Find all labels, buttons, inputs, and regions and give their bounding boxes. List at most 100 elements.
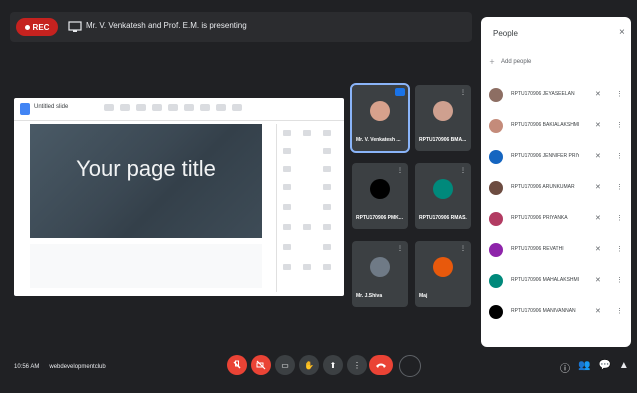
leave-call-button[interactable]	[369, 355, 393, 375]
record-dot-icon	[24, 24, 30, 30]
more-icon[interactable]: ⋮	[616, 245, 623, 253]
pin-badge-icon	[395, 88, 405, 96]
participant-name: Mr. J.Shiva	[356, 293, 383, 299]
side-controls: ⓘ 👥 💬 ▲	[560, 360, 630, 376]
raise-hand-button[interactable]: ✋	[299, 355, 319, 375]
more-icon[interactable]: ⋮	[616, 307, 623, 315]
list-item[interactable]: RPTU170906 JEYASEELAN ✕ ⋮	[489, 87, 627, 109]
more-icon: ⋮	[397, 168, 403, 174]
meeting-code: webdevelopmentclub	[49, 364, 106, 370]
presenting-bar: REC Mr. V. Venkatesh and Prof. E.M. is p…	[10, 12, 472, 42]
more-icon: ⋮	[460, 168, 466, 174]
chat-icon[interactable]: 💬	[598, 360, 610, 376]
avatar	[370, 101, 390, 121]
list-item[interactable]: RPTU170906 JENNIFER PRIYA ✕ ⋮	[489, 149, 627, 171]
person-name: RPTU170906 ARUNKUMAR	[511, 184, 575, 190]
captions-button[interactable]: ▭	[275, 355, 295, 375]
avatar	[489, 119, 503, 133]
participant-name: Mr. V. Venkatesh ...	[356, 137, 401, 143]
mic-off-button[interactable]	[227, 355, 247, 375]
list-item[interactable]: RPTU170906 ARUNKUMAR ✕ ⋮	[489, 180, 627, 202]
more-icon[interactable]: ⋮	[616, 276, 623, 284]
slides-toolbar: Untitled slide	[14, 98, 344, 121]
clock-time: 10:56 AM	[14, 364, 40, 370]
avatar	[433, 257, 453, 277]
avatar	[370, 179, 390, 199]
avatar	[433, 101, 453, 121]
mic-off-icon: ✕	[595, 184, 601, 191]
avatar	[489, 150, 503, 164]
slide-canvas: Your page title	[30, 124, 262, 238]
presenting-text: Mr. V. Venkatesh and Prof. E.M. is prese…	[86, 21, 247, 30]
person-name: RPTU170906 MANIVANNAN	[511, 308, 576, 314]
avatar	[489, 212, 503, 226]
list-item[interactable]: RPTU170906 REVATHI ✕ ⋮	[489, 242, 627, 264]
mic-off-icon: ✕	[595, 277, 601, 284]
more-icon[interactable]: ⋮	[616, 183, 623, 191]
avatar	[489, 88, 503, 102]
avatar	[489, 305, 503, 319]
list-item[interactable]: RPTU170906 MAHALAKSHMI ✕ ⋮	[489, 273, 627, 295]
mic-off-icon: ✕	[595, 246, 601, 253]
participant-name: RPTU170906 BMA...	[419, 137, 467, 143]
participant-tile[interactable]: ⋮ RPTU170906 RMAS...	[415, 163, 471, 229]
slides-logo-icon	[20, 103, 30, 115]
mic-off-icon: ✕	[595, 91, 601, 98]
more-icon: ⋮	[397, 246, 403, 252]
participant-name: RPTU170906 RMAS...	[419, 215, 467, 221]
participant-name: Maj	[419, 293, 428, 299]
participant-tile[interactable]: ⋮ Mr. J.Shiva	[352, 241, 408, 307]
avatar	[489, 181, 503, 195]
participant-tile[interactable]: Mr. V. Venkatesh ...	[350, 83, 410, 153]
more-icon[interactable]: ⋮	[616, 152, 623, 160]
participant-tile[interactable]: ⋮ RPTU170906 PMK...	[352, 163, 408, 229]
add-person-icon: ＋	[489, 60, 496, 66]
more-icon[interactable]: ⋮	[616, 214, 623, 222]
avatar	[489, 243, 503, 257]
participant-tile[interactable]: ⋮ Maj	[415, 241, 471, 307]
avatar	[489, 274, 503, 288]
meeting-info: 10:56 AM webdevelopmentclub	[14, 364, 106, 370]
speaker-notes-area	[30, 244, 262, 288]
people-panel-title: People	[493, 29, 518, 38]
more-icon: ⋮	[460, 90, 466, 96]
rec-label: REC	[32, 22, 50, 32]
activities-icon[interactable]: ▲	[619, 360, 629, 376]
doc-title: Untitled slide	[34, 104, 69, 110]
presentation-stage: Untitled slide Your page title	[14, 98, 344, 296]
mic-off-icon: ✕	[595, 215, 601, 222]
person-name: RPTU170906 BAKIALAKSHMI	[511, 122, 579, 128]
person-name: RPTU170906 JENNIFER PRIYA	[511, 153, 579, 159]
avatar	[370, 257, 390, 277]
recording-badge: REC	[16, 18, 58, 36]
reactions-button[interactable]	[399, 355, 421, 377]
present-button[interactable]: ⬆	[323, 355, 343, 375]
info-icon[interactable]: ⓘ	[560, 360, 570, 376]
slide-theme-panel	[276, 124, 337, 292]
list-item[interactable]: RPTU170906 BAKIALAKSHMI ✕ ⋮	[489, 118, 627, 140]
person-name: RPTU170906 JEYASEELAN	[511, 91, 575, 97]
mic-off-icon: ✕	[595, 122, 601, 129]
people-panel: People × ＋ Add people RPTU170906 JEYASEE…	[481, 17, 631, 347]
more-icon[interactable]: ⋮	[616, 121, 623, 129]
close-icon[interactable]: ×	[619, 27, 625, 38]
list-item[interactable]: RPTU170906 MANIVANNAN ✕ ⋮	[489, 304, 627, 326]
person-name: RPTU170906 MAHALAKSHMI	[511, 277, 579, 283]
participant-tile[interactable]: ⋮ RPTU170906 BMA...	[415, 85, 471, 151]
more-icon: ⋮	[460, 246, 466, 252]
add-people-label: Add people	[501, 58, 532, 65]
person-name: RPTU170906 REVATHI	[511, 246, 564, 252]
add-people-button[interactable]: ＋ Add people	[489, 57, 532, 67]
more-options-button[interactable]: ⋮	[347, 355, 367, 375]
list-item[interactable]: RPTU170906 PRIYANKA ✕ ⋮	[489, 211, 627, 233]
meeting-window: REC Mr. V. Venkatesh and Prof. E.M. is p…	[0, 0, 637, 393]
avatar	[433, 179, 453, 199]
participant-name: RPTU170906 PMK...	[356, 215, 403, 221]
presentation-icon	[68, 21, 82, 33]
more-icon[interactable]: ⋮	[616, 90, 623, 98]
person-name: RPTU170906 PRIYANKA	[511, 215, 568, 221]
camera-off-button[interactable]	[251, 355, 271, 375]
call-controls: ▭ ✋ ⬆ ⋮	[227, 355, 427, 383]
people-icon[interactable]: 👥	[578, 360, 590, 376]
toolbar-icons	[104, 104, 324, 112]
